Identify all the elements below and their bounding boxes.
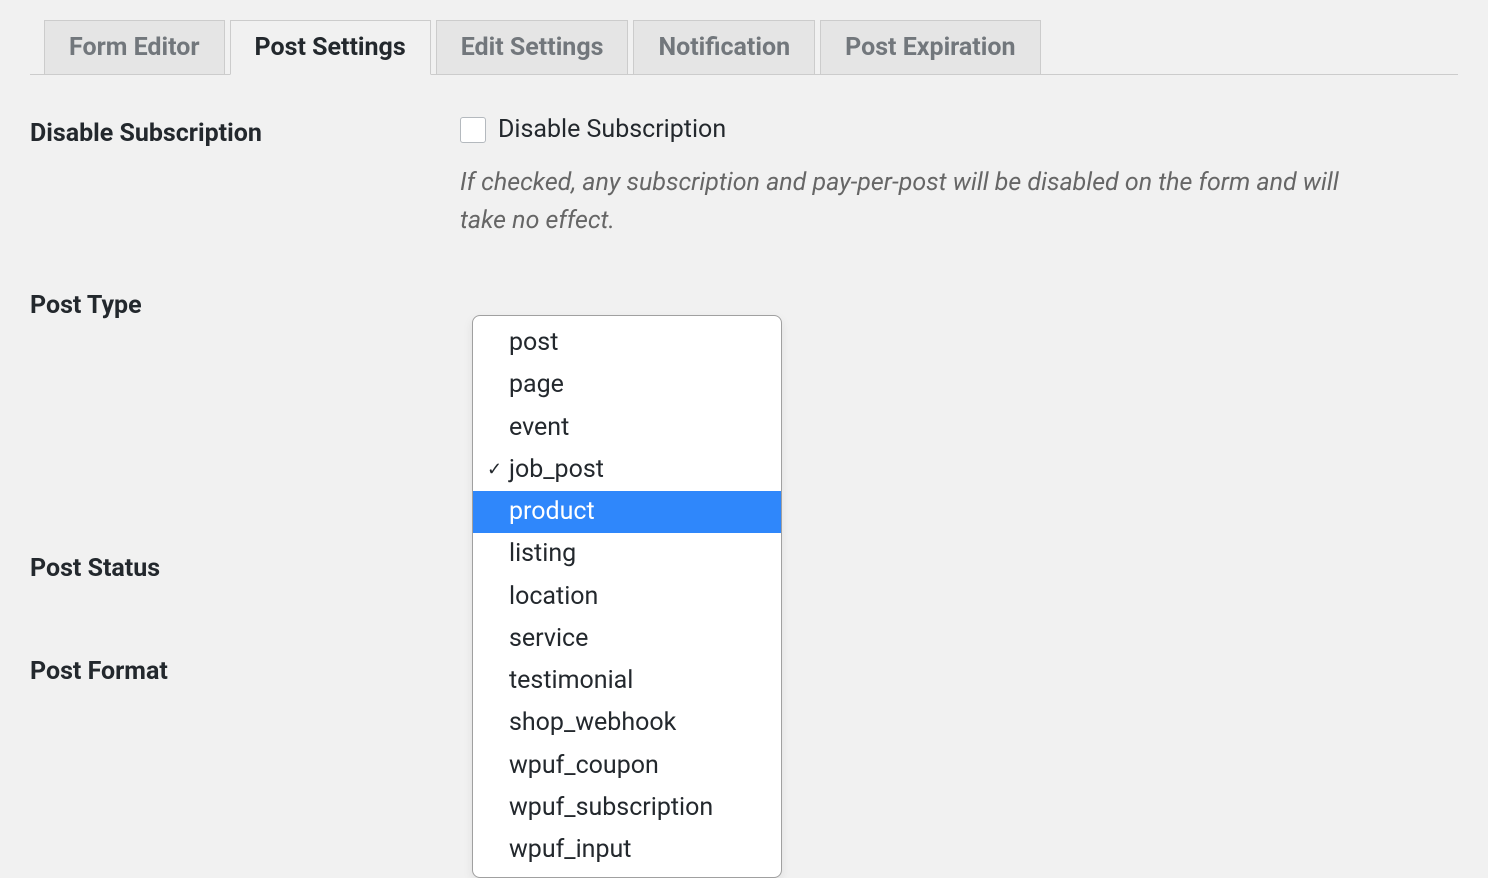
dropdown-option-listing[interactable]: listing	[473, 533, 781, 575]
dropdown-option-service[interactable]: service	[473, 618, 781, 660]
checkbox-disable-subscription[interactable]	[460, 117, 486, 143]
tab-edit-settings[interactable]: Edit Settings	[436, 20, 629, 75]
dropdown-option-wpuf_input[interactable]: wpuf_input	[473, 829, 781, 871]
dropdown-option-label: wpuf_subscription	[509, 790, 713, 826]
tab-notification[interactable]: Notification	[633, 20, 815, 75]
label-post-type: Post Type	[30, 287, 460, 320]
dropdown-option-event[interactable]: event	[473, 407, 781, 449]
tab-post-expiration[interactable]: Post Expiration	[820, 20, 1040, 75]
dropdown-option-label: shop_webhook	[509, 705, 676, 741]
dropdown-option-wpuf_subscription[interactable]: wpuf_subscription	[473, 787, 781, 829]
dropdown-option-label: service	[509, 621, 588, 657]
dropdown-option-label: testimonial	[509, 663, 633, 699]
dropdown-option-label: wpuf_input	[509, 832, 631, 868]
settings-form: Disable Subscription Disable Subscriptio…	[30, 115, 1458, 686]
dropdown-option-job_post[interactable]: ✓job_post	[473, 449, 781, 491]
row-disable-subscription: Disable Subscription Disable Subscriptio…	[30, 115, 1458, 239]
dropdown-option-product[interactable]: product	[473, 491, 781, 533]
check-icon: ✓	[487, 457, 509, 483]
dropdown-option-label: post	[509, 325, 558, 361]
tabs-nav: Form Editor Post Settings Edit Settings …	[30, 20, 1458, 75]
dropdown-option-location[interactable]: location	[473, 576, 781, 618]
dropdown-option-label: listing	[509, 536, 576, 572]
dropdown-option-label: event	[509, 410, 569, 446]
dropdown-option-shop_webhook[interactable]: shop_webhook	[473, 702, 781, 744]
dropdown-option-label: wpuf_coupon	[509, 748, 659, 784]
tab-post-settings[interactable]: Post Settings	[230, 20, 431, 75]
label-disable-subscription: Disable Subscription	[30, 115, 460, 148]
dropdown-option-page[interactable]: page	[473, 364, 781, 406]
dropdown-option-testimonial[interactable]: testimonial	[473, 660, 781, 702]
dropdown-option-label: page	[509, 367, 564, 403]
dropdown-option-post[interactable]: post	[473, 322, 781, 364]
dropdown-option-wpuf_coupon[interactable]: wpuf_coupon	[473, 745, 781, 787]
content-disable-subscription: Disable Subscription If checked, any sub…	[460, 115, 1458, 239]
label-post-status: Post Status	[30, 550, 460, 583]
dropdown-option-label: job_post	[509, 452, 604, 488]
description-disable-subscription: If checked, any subscription and pay-per…	[460, 164, 1380, 239]
checkbox-label-disable-subscription[interactable]: Disable Subscription	[498, 115, 726, 144]
label-post-format: Post Format	[30, 653, 460, 686]
dropdown-option-label: location	[509, 579, 598, 615]
post-type-dropdown[interactable]: postpageevent✓job_postproductlistingloca…	[472, 315, 782, 878]
tab-form-editor[interactable]: Form Editor	[44, 20, 225, 75]
dropdown-option-label: product	[509, 494, 595, 530]
